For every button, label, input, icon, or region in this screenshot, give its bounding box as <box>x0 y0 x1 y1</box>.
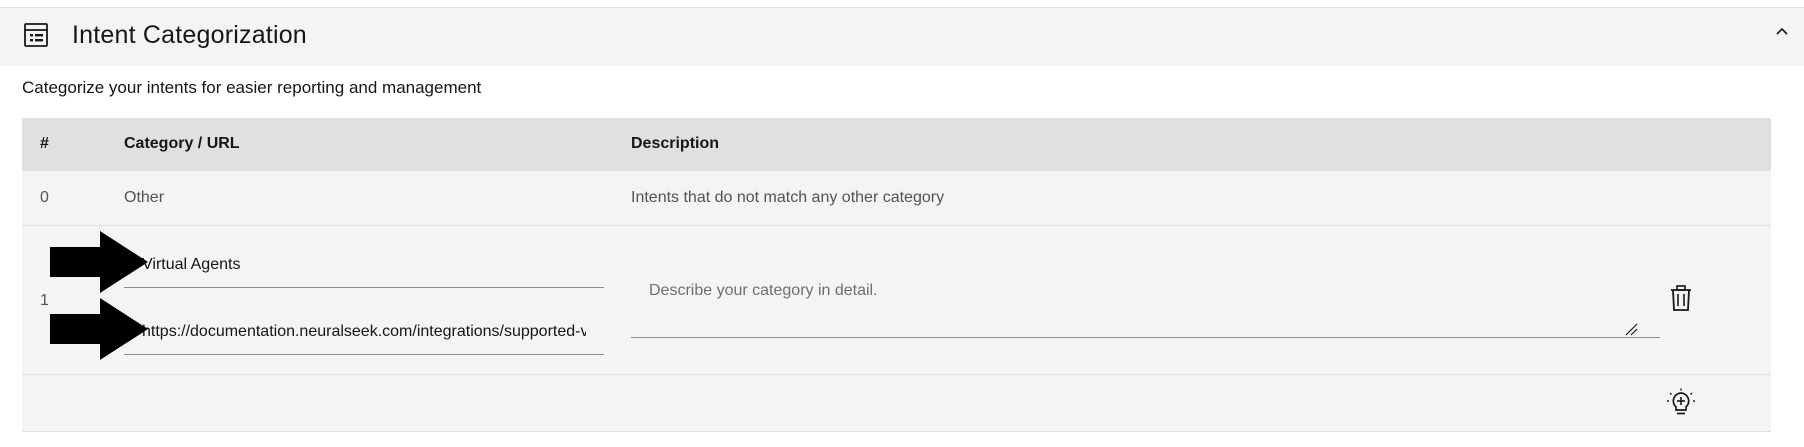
table-icon <box>24 23 48 47</box>
category-name-input[interactable] <box>124 242 604 288</box>
column-header-category: Category / URL <box>124 135 240 152</box>
add-row <box>22 375 1771 432</box>
row-category: Other <box>124 189 165 206</box>
column-header-description: Description <box>631 135 720 152</box>
row-description: Intents that do not match any other cate… <box>631 189 945 206</box>
chevron-up-icon[interactable] <box>1770 20 1794 44</box>
resize-handle-icon[interactable] <box>1624 322 1638 336</box>
trash-icon[interactable] <box>1666 283 1696 313</box>
section-subtitle: Categorize your intents for easier repor… <box>22 78 482 97</box>
row-index: 1 <box>40 292 49 309</box>
arrow-right-icon <box>50 231 148 293</box>
categories-table: # Category / URL Description 0 Other Int… <box>22 118 1771 432</box>
category-description-textarea[interactable] <box>631 264 1660 338</box>
table-row-editable: 1 <box>22 226 1771 375</box>
lightbulb-add-icon[interactable] <box>1666 388 1696 418</box>
table-row: 0 Other Intents that do not match any ot… <box>22 171 1771 226</box>
category-url-input[interactable] <box>124 309 604 355</box>
column-header-index: # <box>40 135 49 152</box>
row-index: 0 <box>40 189 49 206</box>
section-header[interactable]: Intent Categorization <box>0 8 1804 66</box>
section-title: Intent Categorization <box>72 21 307 49</box>
arrow-right-icon <box>50 298 148 360</box>
table-header: # Category / URL Description <box>22 118 1771 171</box>
